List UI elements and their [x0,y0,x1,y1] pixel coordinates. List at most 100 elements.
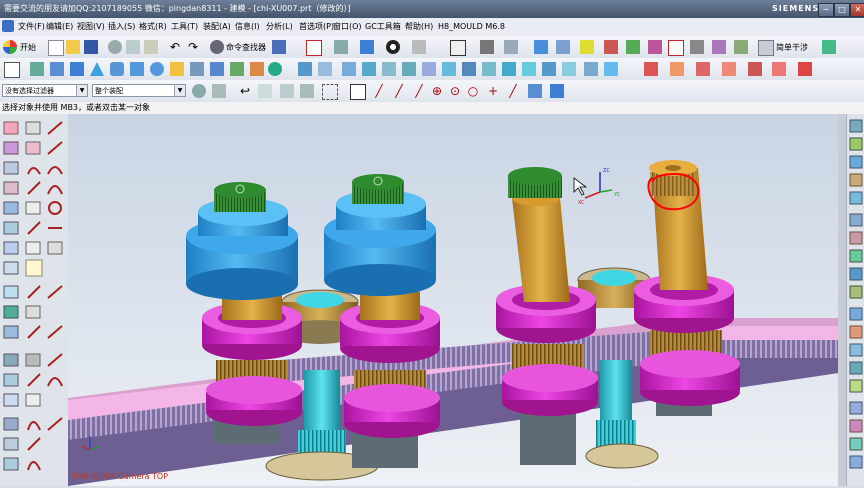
new-file-icon[interactable] [48,40,64,56]
chamfer-icon[interactable] [230,62,244,76]
cone-icon[interactable] [90,62,104,76]
extrude-icon[interactable] [50,62,64,76]
menu-gc-toolbox[interactable]: GC工具箱 [365,21,401,33]
clearance-icon[interactable] [734,40,748,54]
edge-blend-icon[interactable] [210,62,224,76]
maximize-button[interactable]: □ [834,3,850,17]
point-on-curve-icon[interactable]: ╱ [506,84,520,98]
mold-tool-1-icon[interactable] [644,62,658,76]
selection-scope-dropdown[interactable]: 整个装配 ▼ [92,84,186,97]
trim-body-icon[interactable] [318,62,332,76]
shaded-icon[interactable] [386,40,400,54]
datum-plane-icon[interactable] [30,62,44,76]
move-face-icon[interactable] [422,62,436,76]
cylinder-icon[interactable] [110,62,124,76]
menu-edit[interactable]: 编辑(E) [46,21,73,33]
existing-point-icon[interactable]: + [486,84,500,98]
menu-tools[interactable]: 工具(T) [171,21,198,33]
menu-insert[interactable]: 插入(S) [108,21,135,33]
mirror-icon[interactable] [268,62,282,76]
menu-view[interactable]: 视图(V) [77,21,105,33]
boolean-unite-icon[interactable] [170,62,184,76]
thicken-icon[interactable] [362,62,376,76]
mold-tool-4-icon[interactable] [722,62,736,76]
menu-analysis[interactable]: 分析(L) [266,21,293,33]
sphere-icon[interactable] [150,62,164,76]
replace-face-icon[interactable] [382,62,396,76]
unsew-icon[interactable] [562,62,576,76]
command-icon-grid[interactable] [3,121,63,471]
nx-app-icon[interactable] [2,20,14,32]
intersection-icon[interactable]: ⊕ [430,84,444,98]
move-component-icon[interactable] [604,40,618,54]
graphics-window[interactable]: ZC XC YC TOP WORK Camera TOP [68,114,838,486]
point-on-face-icon[interactable] [528,84,542,98]
undo-icon[interactable]: ↶ [168,40,182,54]
synchronous-icon[interactable] [604,62,618,76]
assembly-model[interactable]: ZC XC YC TOP WORK Camera TOP [68,114,838,486]
midpoint-icon[interactable]: ╱ [392,84,406,98]
assembly-icon[interactable] [534,40,548,54]
select-all-icon[interactable] [212,84,226,98]
wcs-icon[interactable] [480,40,494,54]
explode-icon[interactable] [648,40,662,54]
layer-icon[interactable] [450,40,466,56]
command-finder-button[interactable]: 命令查找器 [226,42,266,53]
cube-select-icon[interactable] [258,84,272,98]
menu-preferences[interactable]: 首选项(P) [299,21,334,33]
draft-icon[interactable] [402,62,416,76]
bounded-grid-icon[interactable] [550,84,564,98]
open-folder-icon[interactable] [66,40,80,54]
background-icon[interactable] [412,40,426,54]
viewport-scrollbar[interactable] [838,114,846,486]
toolbar-option-icon[interactable] [822,40,836,54]
menu-information[interactable]: 信息(I) [235,21,260,33]
mold-tool-2-icon[interactable] [670,62,684,76]
arc-center-icon[interactable]: ⊙ [448,84,462,98]
simple-interference-icon[interactable] [758,40,774,56]
orient-view-icon[interactable] [334,40,348,54]
measure-icon[interactable] [668,40,684,56]
sequence-icon[interactable] [712,40,726,54]
wave-link-icon[interactable] [690,40,704,54]
resize-blend-icon[interactable] [482,62,496,76]
rotate-select-icon[interactable] [280,84,294,98]
mate-icon[interactable] [626,40,640,54]
render-style-icon[interactable] [360,40,374,54]
cut-icon[interactable] [108,40,122,54]
link-select-icon[interactable] [300,84,314,98]
mold-tool-6-icon[interactable] [772,62,786,76]
menu-assembly[interactable]: 装配(A) [203,21,231,33]
menu-window[interactable]: 窗口(O) [333,21,362,33]
save-icon[interactable] [84,40,98,54]
mold-tool-7-icon[interactable] [798,62,812,76]
boolean-subtract-icon[interactable] [190,62,204,76]
split-body-icon[interactable] [542,62,556,76]
pull-face-icon[interactable] [442,62,456,76]
back-icon[interactable]: ↩ [238,84,252,98]
rectangle-select-icon[interactable] [322,84,338,100]
selection-options-icon[interactable] [272,40,286,54]
menu-file[interactable]: 文件(F) [18,21,45,33]
command-finder-icon[interactable] [210,40,224,54]
simple-interference-button[interactable]: 简单干涉 [776,42,808,53]
mold-tool-3-icon[interactable] [696,62,710,76]
selection-filter-dropdown[interactable]: 没有选择过滤器 ▼ [2,84,88,97]
close-button[interactable]: ✕ [850,3,864,17]
redo-icon[interactable]: ↷ [186,40,200,54]
paste-icon[interactable] [144,40,158,54]
start-icon[interactable] [3,40,17,54]
endpoint-icon[interactable]: ╱ [372,84,386,98]
minimize-button[interactable]: ─ [818,3,834,17]
sketch-icon[interactable] [4,62,20,78]
control-point-icon[interactable]: ╱ [412,84,426,98]
quadrant-icon[interactable]: ○ [466,84,480,98]
snap-icon[interactable] [504,40,518,54]
offset-face-icon[interactable] [342,62,356,76]
menu-format[interactable]: 格式(R) [139,21,167,33]
menu-h8-mould[interactable]: H8_MOULD M6.8 [438,21,505,33]
mold-tool-5-icon[interactable] [748,62,762,76]
snap-point-icon[interactable] [350,84,366,100]
shell-icon[interactable] [298,62,312,76]
copy-icon[interactable] [126,40,140,54]
